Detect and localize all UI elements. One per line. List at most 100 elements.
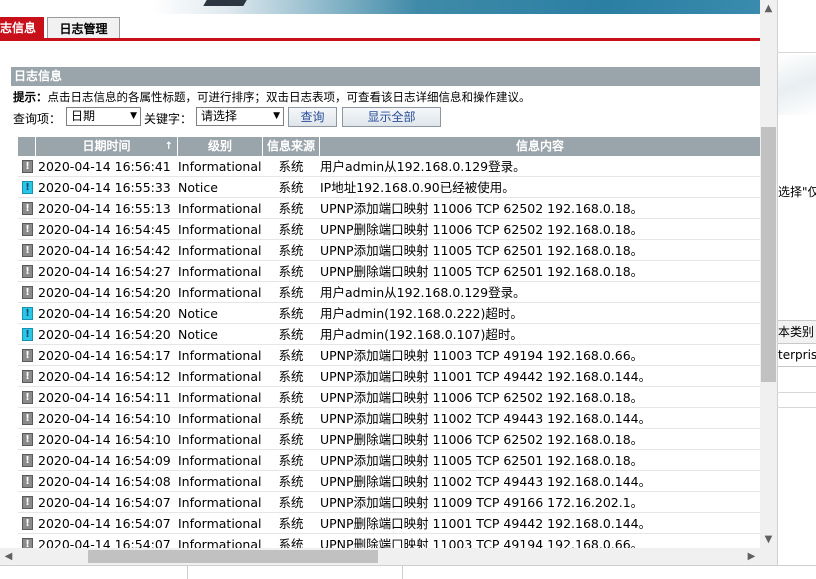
cell-level: Informational (178, 348, 262, 363)
cell-message: UPNP删除端口映射 11003 TCP 49194 192.168.0.66。 (320, 537, 644, 548)
scrollbar-corner (760, 548, 777, 565)
cell-message: 用户admin从192.168.0.129登录。 (320, 159, 526, 174)
cell-message: 用户admin(192.168.0.107)超时。 (320, 327, 523, 342)
info-icon: ! (22, 202, 33, 215)
cell-source: 系统 (278, 159, 304, 174)
scroll-up-icon[interactable]: ▲ (760, 0, 777, 17)
info-icon: ! (22, 160, 33, 173)
show-all-button[interactable]: 显示全部 (342, 107, 441, 127)
table-row[interactable]: ! 2020-04-14 16:54:42 Informational 系统 UPNP添… (18, 240, 760, 261)
info-icon: ! (22, 412, 33, 425)
cell-message: UPNP删除端口映射 11006 TCP 62502 192.168.0.18。 (320, 432, 644, 447)
cell-level: Informational (178, 474, 262, 489)
cell-datetime: 2020-04-14 16:56:41 (38, 159, 171, 174)
cell-message: UPNP删除端口映射 11002 TCP 49443 192.168.0.144… (320, 474, 652, 489)
cell-datetime: 2020-04-14 16:54:08 (38, 474, 171, 489)
header-source[interactable]: 信息来源 (263, 137, 320, 156)
cell-source: 系统 (278, 285, 304, 300)
background-divider (402, 566, 403, 579)
info-icon: ! (22, 496, 33, 509)
cell-message: 用户admin从192.168.0.129登录。 (320, 285, 526, 300)
cell-message: UPNP添加端口映射 11005 TCP 62501 192.168.0.18。 (320, 243, 644, 258)
background-divider (777, 52, 816, 53)
background-bottom-bar (0, 565, 816, 579)
search-button[interactable]: 查询 (288, 107, 337, 127)
table-row[interactable]: ! 2020-04-14 16:54:07 Informational 系统 UPNP添… (18, 492, 760, 513)
table-row[interactable]: ! 2020-04-14 16:54:11 Informational 系统 UPNP添… (18, 387, 760, 408)
scroll-down-icon[interactable]: ▼ (760, 531, 777, 548)
table-row[interactable]: ! 2020-04-14 16:54:10 Informational 系统 UPNP删… (18, 429, 760, 450)
table-row[interactable]: ! 2020-04-14 16:54:20 Notice 系统 用户admin(192.… (18, 324, 760, 345)
cell-datetime: 2020-04-14 16:54:45 (38, 222, 171, 237)
background-divider (187, 566, 188, 579)
table-row[interactable]: ! 2020-04-14 16:54:27 Informational 系统 UPNP删… (18, 261, 760, 282)
horizontal-scroll-thumb[interactable] (88, 550, 378, 563)
info-icon: ! (22, 223, 33, 236)
cell-source: 系统 (278, 474, 304, 489)
table-row[interactable]: ! 2020-04-14 16:54:07 Informational 系统 UPNP删… (18, 534, 760, 548)
cell-datetime: 2020-04-14 16:54:17 (38, 348, 171, 363)
cell-level: Informational (178, 516, 262, 531)
cell-message: UPNP添加端口映射 11002 TCP 49443 192.168.0.144… (320, 411, 652, 426)
header-icon-column (18, 137, 36, 156)
cell-level: Notice (178, 327, 218, 342)
info-icon: ! (22, 349, 33, 362)
cell-datetime: 2020-04-14 16:54:07 (38, 537, 171, 548)
notice-icon: ! (22, 328, 33, 341)
cell-level: Informational (178, 285, 262, 300)
info-icon: ! (22, 454, 33, 467)
table-row[interactable]: ! 2020-04-14 16:56:41 Informational 系统 用户adm… (18, 156, 760, 177)
scroll-left-icon[interactable]: ◀ (0, 548, 17, 565)
header-level[interactable]: 级别 (178, 137, 263, 156)
vertical-scroll-thumb[interactable] (761, 127, 776, 382)
cell-source: 系统 (278, 180, 304, 195)
cell-level: Informational (178, 537, 262, 548)
table-row[interactable]: ! 2020-04-14 16:54:20 Informational 系统 用户adm… (18, 282, 760, 303)
table-row[interactable]: ! 2020-04-14 16:54:10 Informational 系统 UPNP添… (18, 408, 760, 429)
scroll-right-icon[interactable]: ▶ (743, 548, 760, 565)
dropdown-arrow-icon: ▼ (130, 111, 137, 121)
cell-datetime: 2020-04-14 16:54:10 (38, 432, 171, 447)
info-icon: ! (22, 286, 33, 299)
header-message[interactable]: 信息内容 (320, 137, 760, 156)
cell-message: UPNP添加端口映射 11009 TCP 49166 172.16.202.1。 (320, 495, 644, 510)
table-row[interactable]: ! 2020-04-14 16:54:08 Informational 系统 UPNP删… (18, 471, 760, 492)
query-item-select[interactable]: 日期 ▼ (66, 107, 141, 126)
info-icon: ! (22, 265, 33, 278)
table-row[interactable]: ! 2020-04-14 16:55:13 Informational 系统 UPNP添… (18, 198, 760, 219)
cell-datetime: 2020-04-14 16:54:20 (38, 306, 171, 321)
tab-log-management[interactable]: 日志管理 (47, 17, 120, 39)
table-row[interactable]: ! 2020-04-14 16:55:33 Notice 系统 IP地址192.168.… (18, 177, 760, 198)
cell-source: 系统 (278, 348, 304, 363)
cell-message: UPNP添加端口映射 11006 TCP 62502 192.168.0.18。 (320, 201, 644, 216)
table-row[interactable]: ! 2020-04-14 16:54:17 Informational 系统 UPNP添… (18, 345, 760, 366)
table-row[interactable]: ! 2020-04-14 16:54:12 Informational 系统 UPNP添… (18, 366, 760, 387)
cell-datetime: 2020-04-14 16:54:27 (38, 264, 171, 279)
keyword-select[interactable]: 请选择 ▼ (196, 107, 284, 126)
info-icon: ! (22, 538, 33, 548)
table-row[interactable]: ! 2020-04-14 16:54:07 Informational 系统 UPNP删… (18, 513, 760, 534)
cell-datetime: 2020-04-14 16:54:11 (38, 390, 171, 405)
table-row[interactable]: ! 2020-04-14 16:54:09 Informational 系统 UPNP添… (18, 450, 760, 471)
notice-icon: ! (22, 307, 33, 320)
vertical-scrollbar[interactable]: ▲ ▼ (760, 0, 777, 548)
info-icon: ! (22, 370, 33, 383)
table-row[interactable]: ! 2020-04-14 16:54:20 Notice 系统 用户admin(192.… (18, 303, 760, 324)
cell-source: 系统 (278, 432, 304, 447)
cell-level: Informational (178, 264, 262, 279)
cell-source: 系统 (278, 222, 304, 237)
tab-log-info[interactable]: 志信息 (0, 17, 44, 39)
horizontal-scrollbar[interactable]: ◀ ▶ (0, 548, 760, 565)
header-datetime[interactable]: 日期时间 ↑ (36, 137, 178, 156)
dropdown-arrow-icon: ▼ (273, 111, 280, 121)
table-body: ! 2020-04-14 16:56:41 Informational 系统 用户adm… (18, 156, 760, 548)
cell-message: UPNP删除端口映射 11006 TCP 62502 192.168.0.18。 (320, 222, 644, 237)
cell-message: IP地址192.168.0.90已经被使用。 (320, 180, 515, 195)
cell-level: Informational (178, 222, 262, 237)
cell-source: 系统 (278, 264, 304, 279)
table-row[interactable]: ! 2020-04-14 16:54:45 Informational 系统 UPNP删… (18, 219, 760, 240)
cell-datetime: 2020-04-14 16:54:09 (38, 453, 171, 468)
cell-level: Informational (178, 453, 262, 468)
hint-prefix: 提示： (13, 90, 48, 104)
background-table-header: 本类别 (778, 320, 816, 344)
